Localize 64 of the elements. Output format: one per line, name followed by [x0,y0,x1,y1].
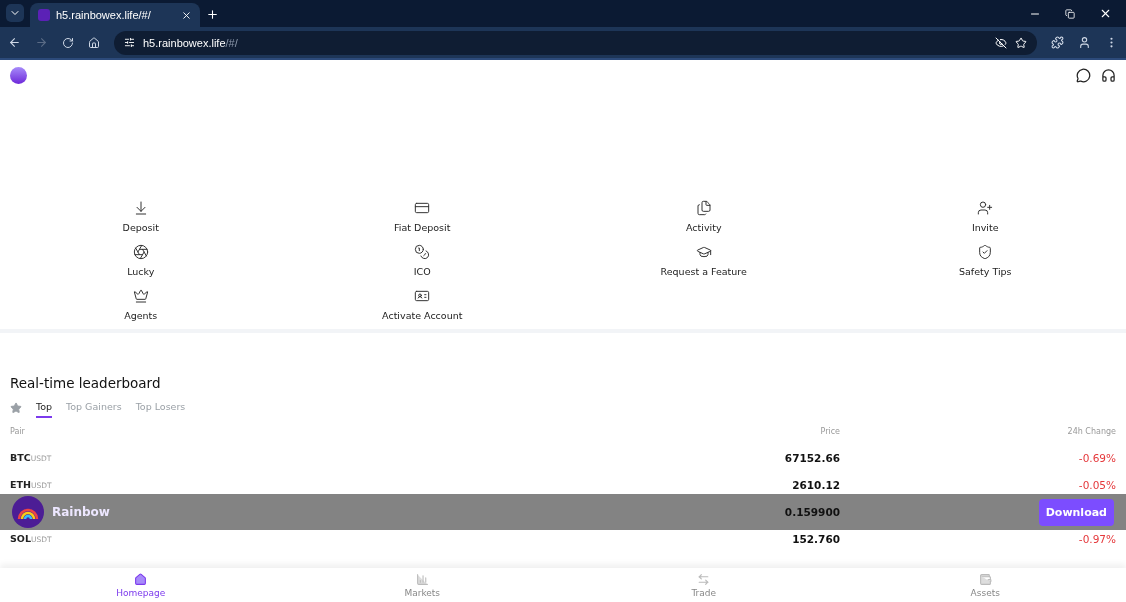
change-text: -0.05% [1077,478,1116,491]
filter-tab[interactable]: Top [36,401,53,418]
favorites-star-icon[interactable] [10,401,22,414]
rainbow-logo-icon [12,496,44,528]
card-icon [414,200,431,216]
nav-tab[interactable]: Assets [844,568,1126,602]
shortcut-button[interactable]: Request a Feature [563,244,845,277]
back-icon[interactable] [8,36,21,49]
change-text: -0.69% [1077,451,1116,464]
new-tab-icon[interactable] [206,8,219,21]
bookmark-star-icon[interactable] [1015,36,1027,49]
headphones-icon[interactable] [1101,67,1116,83]
avatar-icon[interactable] [10,66,27,84]
price-text: 0.159900 [783,505,840,518]
tab-list-button[interactable] [6,4,24,22]
column-header: Pair [10,426,26,436]
nav-tab[interactable]: Markets [281,568,563,602]
home-icon [134,572,148,586]
nav-tab[interactable]: Homepage [0,568,282,602]
add-user-icon [977,200,994,216]
crown-icon [132,288,149,304]
profile-icon[interactable] [1078,36,1091,49]
reload-icon[interactable] [62,36,74,49]
section-title: Real-time leaderboard [10,375,162,391]
site-settings-icon[interactable] [124,37,135,48]
price-text: 67152.66 [783,451,840,464]
exchange-icon [697,572,711,586]
eye-off-icon[interactable] [995,36,1007,49]
shortcut-button[interactable]: Lucky [0,244,282,277]
download-button[interactable]: Download [1038,498,1114,526]
documents-icon [695,200,712,216]
shortcut-button[interactable]: Invite [844,200,1126,233]
browser-tab[interactable]: h5.rainbowex.life/#/ [30,3,200,27]
site-favicon-icon [38,9,50,21]
restore-icon[interactable] [1065,8,1075,19]
tab-title: h5.rainbowex.life/#/ [56,9,151,21]
shortcut-button[interactable]: Fiat Deposit [281,200,563,233]
app-name: Rainbow [52,505,110,519]
wheel-icon [132,244,149,260]
chat-bubble-icon[interactable] [1076,67,1091,83]
shield-check-icon [977,244,994,260]
graduation-cap-icon [695,244,712,260]
close-icon[interactable] [181,9,192,21]
home-icon[interactable] [88,36,100,49]
coins-icon [414,244,431,260]
price-text: 2610.12 [791,478,840,491]
column-header: 24h Change [1066,426,1116,436]
nav-tab[interactable]: Trade [563,568,845,602]
price-text: 152.760 [791,532,840,545]
id-card-icon [414,288,431,304]
extensions-icon[interactable] [1051,36,1064,49]
shortcut-button[interactable]: Activity [563,200,845,233]
change-text: -0.97% [1077,532,1116,545]
wallet-icon [978,572,992,586]
shortcut-button[interactable]: ICO [281,244,563,277]
bar-chart-icon [415,572,429,586]
close-icon[interactable] [1099,7,1112,20]
url-text: h5.rainbowex.life/#/ [143,36,238,49]
shortcut-button[interactable]: Safety Tips [844,244,1126,277]
shortcut-button[interactable]: Deposit [0,200,282,233]
shortcut-button[interactable]: Agents [0,288,282,321]
address-bar[interactable]: h5.rainbowex.life/#/ [114,30,1037,55]
column-header: Price [819,426,840,436]
shortcut-button[interactable]: Activate Account [281,288,563,321]
